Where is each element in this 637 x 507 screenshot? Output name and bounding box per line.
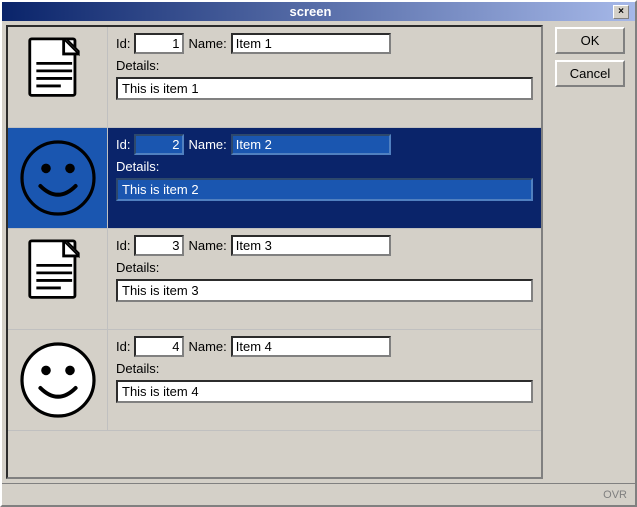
- ok-button[interactable]: OK: [555, 27, 625, 54]
- content-area: Id: Name: Details: Id:: [2, 21, 635, 483]
- cancel-button[interactable]: Cancel: [555, 60, 625, 87]
- id-input[interactable]: [134, 33, 184, 54]
- item-fields: Id: Name: Details:: [108, 229, 541, 329]
- details-row: [116, 178, 533, 201]
- details-input[interactable]: [116, 77, 533, 100]
- name-input[interactable]: [231, 33, 391, 54]
- details-label-row: Details:: [116, 361, 533, 376]
- list-item[interactable]: Id: Name: Details:: [8, 27, 541, 128]
- id-label: Id:: [116, 238, 130, 253]
- name-label: Name:: [188, 339, 226, 354]
- details-input[interactable]: [116, 178, 533, 201]
- details-row: [116, 279, 533, 302]
- details-input[interactable]: [116, 380, 533, 403]
- id-input[interactable]: [134, 336, 184, 357]
- id-name-row: Id: Name:: [116, 235, 533, 256]
- scrollable-list[interactable]: Id: Name: Details: Id:: [8, 27, 541, 477]
- name-label: Name:: [188, 238, 226, 253]
- details-label-row: Details:: [116, 58, 533, 73]
- item-fields: Id: Name: Details:: [108, 330, 541, 430]
- id-label: Id:: [116, 36, 130, 51]
- details-label: Details:: [116, 58, 159, 73]
- details-label: Details:: [116, 159, 159, 174]
- smiley-filled-icon: [8, 128, 108, 228]
- id-name-row: Id: Name:: [116, 134, 533, 155]
- id-name-row: Id: Name:: [116, 336, 533, 357]
- name-label: Name:: [188, 36, 226, 51]
- list-item[interactable]: Id: Name: Details:: [8, 229, 541, 330]
- id-label: Id:: [116, 137, 130, 152]
- details-row: [116, 380, 533, 403]
- details-label-row: Details:: [116, 260, 533, 275]
- name-label: Name:: [188, 137, 226, 152]
- details-input[interactable]: [116, 279, 533, 302]
- document-icon: [8, 229, 108, 329]
- ovr-status: OVR: [603, 489, 627, 501]
- id-label: Id:: [116, 339, 130, 354]
- close-button[interactable]: ×: [613, 5, 629, 19]
- details-row: [116, 77, 533, 100]
- details-label: Details:: [116, 260, 159, 275]
- list-item[interactable]: Id: Name: Details:: [8, 128, 541, 229]
- document-icon: [8, 27, 108, 127]
- window-title: screen: [8, 4, 613, 19]
- sidebar: OK Cancel: [545, 21, 635, 483]
- titlebar: screen ×: [2, 2, 635, 21]
- list-panel: Id: Name: Details: Id:: [6, 25, 543, 479]
- id-input[interactable]: [134, 235, 184, 256]
- name-input[interactable]: [231, 134, 391, 155]
- name-input[interactable]: [231, 336, 391, 357]
- item-fields: Id: Name: Details:: [108, 128, 541, 228]
- id-name-row: Id: Name:: [116, 33, 533, 54]
- smiley-outline-icon: [8, 330, 108, 430]
- id-input[interactable]: [134, 134, 184, 155]
- details-label-row: Details:: [116, 159, 533, 174]
- item-fields: Id: Name: Details:: [108, 27, 541, 127]
- name-input[interactable]: [231, 235, 391, 256]
- list-item[interactable]: Id: Name: Details:: [8, 330, 541, 431]
- statusbar: OVR: [2, 483, 635, 505]
- details-label: Details:: [116, 361, 159, 376]
- main-window: screen × Id: Name: De: [0, 0, 637, 507]
